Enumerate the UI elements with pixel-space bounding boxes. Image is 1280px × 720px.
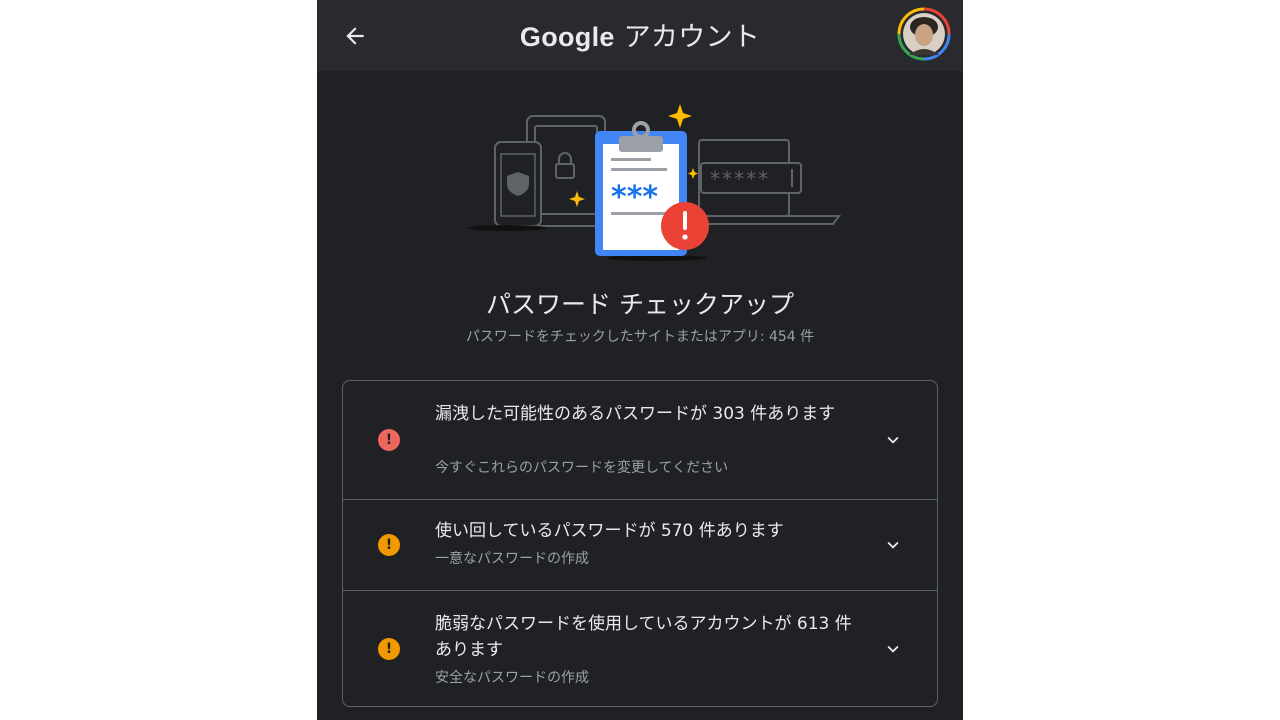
issue-subtitle: 今すぐこれらのパスワードを変更してください	[435, 460, 729, 476]
top-app-bar: Google アカウント	[317, 0, 963, 71]
compromised-passwords-row[interactable]: ! 漏洩した可能性のあるパスワードが 303 件あります 今すぐこれらのパスワー…	[343, 381, 937, 499]
issue-title: 使い回しているパスワードが 570 件あります	[435, 521, 784, 541]
svg-text:*****: *****	[709, 167, 769, 191]
masked-password-text: ***	[611, 180, 658, 215]
issue-title: 漏洩した可能性のあるパスワードが 303 件あります	[435, 404, 836, 424]
alert-icon: !	[378, 534, 400, 556]
chevron-down-icon[interactable]	[881, 428, 905, 452]
user-avatar	[897, 7, 951, 61]
alert-icon: !	[378, 638, 400, 660]
password-checkup-illustration: ***** ***	[467, 104, 841, 261]
reused-passwords-row[interactable]: ! 使い回しているパスワードが 570 件あります 一意なパスワードの作成	[343, 499, 937, 591]
chevron-down-icon[interactable]	[881, 533, 905, 557]
password-issues-card: ! 漏洩した可能性のあるパスワードが 303 件あります 今すぐこれらのパスワー…	[342, 380, 938, 707]
issue-title: 脆弱なパスワードを使用しているアカウントが 613 件あります	[435, 614, 852, 660]
account-avatar-button[interactable]	[897, 7, 951, 61]
issue-subtitle: 一意なパスワードの作成	[435, 551, 589, 567]
app-title-suffix: アカウント	[623, 22, 761, 53]
page-title: パスワード チェックアップ	[486, 290, 794, 319]
app-screen: Google アカウント ***** *** パスワード チェックアップ パスワ…	[317, 0, 963, 720]
app-title: Google アカウント	[317, 15, 963, 54]
chevron-down-icon[interactable]	[881, 637, 905, 661]
alert-icon: !	[378, 429, 400, 451]
weak-passwords-row[interactable]: ! 脆弱なパスワードを使用しているアカウントが 613 件あります 安全なパスワ…	[343, 590, 937, 708]
issue-subtitle: 安全なパスワードの作成	[435, 670, 589, 686]
sites-checked-count: パスワードをチェックしたサイトまたはアプリ: 454 件	[465, 329, 815, 345]
google-brand-text: Google	[519, 22, 615, 52]
